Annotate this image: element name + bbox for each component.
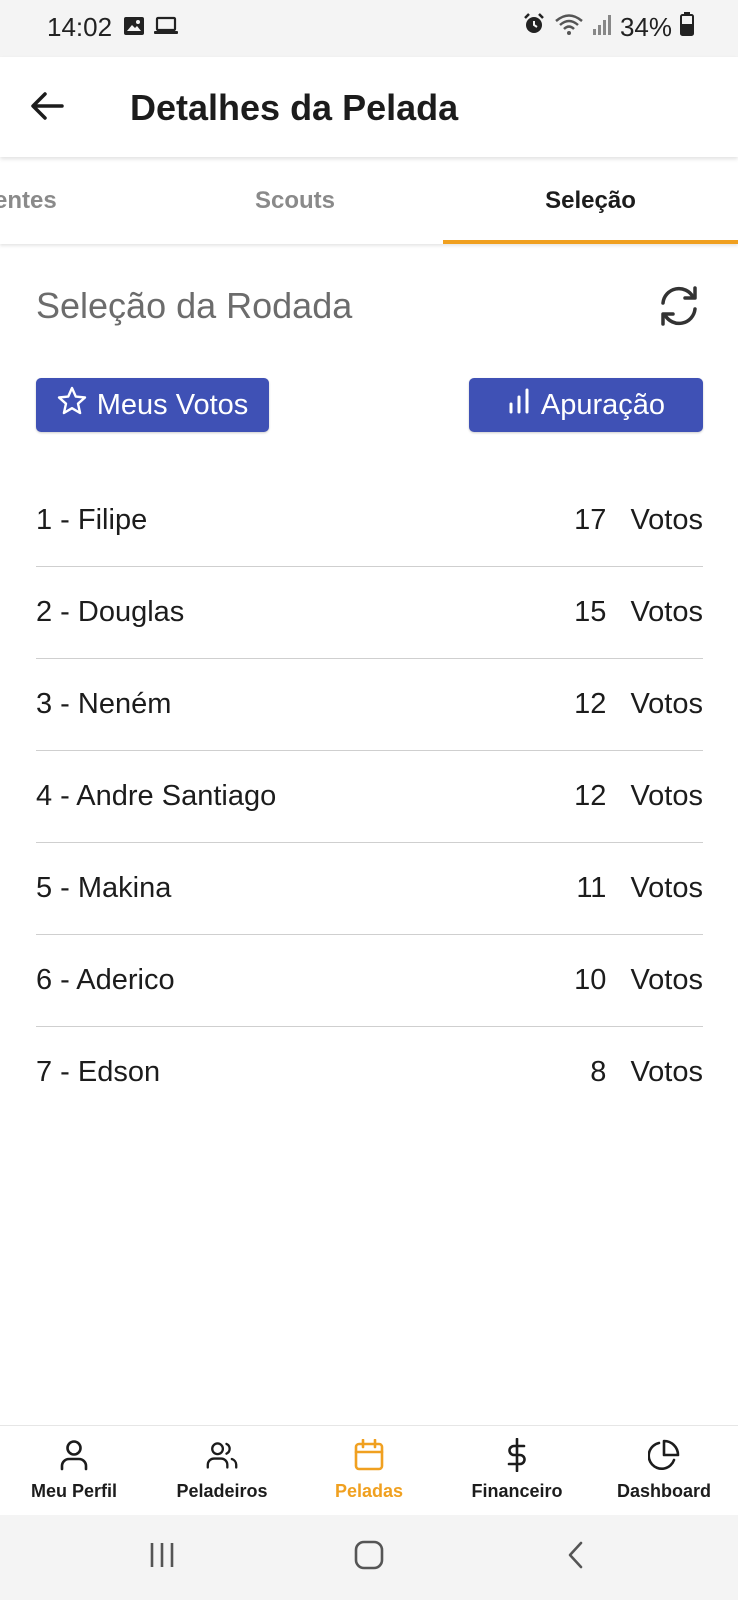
page-title: Detalhes da Pelada [130,87,459,128]
battery-level: 34% [619,12,672,42]
nav-label: Peladas [334,1481,404,1501]
recent-apps-button[interactable] [140,1535,184,1579]
vote-unit: Votos [630,964,703,996]
vote-tally: 12 Votos [566,688,703,721]
player-name: 5 - Makina [36,872,172,904]
calendar-icon [353,1439,385,1471]
system-back-button[interactable] [554,1535,598,1579]
player-name: 4 - Andre Santiago [36,780,277,812]
list-item: 2 - Douglas 15 Votos [36,567,703,659]
pie-chart-icon [648,1439,680,1471]
back-button[interactable] [22,83,72,133]
vote-tally: 11 Votos [566,872,703,905]
vote-tally: 8 Votos [566,1056,703,1089]
image-icon [123,16,145,41]
laptop-icon [153,16,179,41]
arrow-left-icon [30,91,64,126]
nav-label: Financeiro [471,1481,563,1501]
app-screen: 14:02 34% Detalhes da Pelada entes Scout… [0,0,738,1600]
status-time: 14:02 [47,12,113,42]
signal-icon [592,12,612,43]
player-name: 1 - Filipe [36,504,148,536]
ranking-list: 1 - Filipe 17 Votos 2 - Douglas 15 Votos… [36,475,703,1118]
vote-unit: Votos [630,688,703,720]
vote-tally: 10 Votos [566,964,703,997]
player-name: 7 - Edson [36,1056,161,1088]
nav-item-peladas[interactable]: Peladas [295,1426,443,1516]
status-bar: 14:02 34% [0,0,738,57]
users-icon [206,1439,238,1471]
player-name: 3 - Neném [36,688,172,720]
bar-chart-icon [507,388,531,422]
meus-votos-label: Meus Votos [96,388,249,421]
bottom-nav: Meu Perfil Peladeiros Peladas Financeiro… [0,1425,738,1516]
tab-previous[interactable]: entes [0,157,124,244]
section-title: Seleção da Rodada [36,285,353,326]
active-tab-indicator [443,240,738,244]
user-icon [58,1439,90,1471]
refresh-icon [655,284,703,333]
vote-tally: 12 Votos [566,780,703,813]
vote-tally: 17 Votos [566,504,703,537]
list-item: 6 - Aderico 10 Votos [36,935,703,1027]
vote-tally: 15 Votos [566,596,703,629]
vote-unit: Votos [630,596,703,628]
vote-count: 12 [574,780,607,812]
status-right-group: 34% [522,12,694,43]
star-icon [57,386,87,424]
vote-count: 15 [574,596,607,628]
tab-scouts[interactable]: Scouts [170,157,420,244]
meus-votos-button[interactable]: Meus Votos [36,378,269,432]
tab-bar: entes Scouts Seleção [0,157,738,244]
vote-unit: Votos [630,872,703,904]
player-name: 6 - Aderico [36,964,175,996]
vote-unit: Votos [630,1056,703,1088]
vote-count: 17 [574,504,607,536]
nav-label: Dashboard [616,1481,712,1501]
list-item: 5 - Makina 11 Votos [36,843,703,935]
app-header: Detalhes da Pelada [0,57,738,157]
nav-item-financeiro[interactable]: Financeiro [443,1426,591,1516]
battery-icon [680,12,694,43]
nav-label: Peladeiros [176,1481,268,1501]
vote-count: 8 [590,1056,607,1088]
vote-count: 12 [574,688,607,720]
home-icon [353,1539,385,1576]
nav-item-meu-perfil[interactable]: Meu Perfil [0,1426,148,1516]
player-name: 2 - Douglas [36,596,185,628]
apuracao-button[interactable]: Apuração [469,378,703,432]
list-item: 7 - Edson 8 Votos [36,1027,703,1118]
status-left-icons [123,16,179,41]
dollar-icon [501,1438,533,1472]
list-item: 3 - Neném 12 Votos [36,659,703,751]
tab-selecao[interactable]: Seleção [443,157,738,244]
wifi-icon [554,12,584,43]
nav-item-dashboard[interactable]: Dashboard [590,1426,738,1516]
apuracao-label: Apuração [540,388,666,421]
nav-item-peladeiros[interactable]: Peladeiros [148,1426,296,1516]
list-item: 1 - Filipe 17 Votos [36,475,703,567]
vote-count: 10 [574,964,607,996]
vote-count: 11 [576,872,607,904]
nav-label: Meu Perfil [30,1481,118,1501]
recent-apps-icon [147,1541,177,1574]
vote-unit: Votos [630,780,703,812]
chevron-left-icon [566,1540,586,1575]
vote-unit: Votos [630,504,703,536]
refresh-button[interactable] [653,282,705,334]
system-nav-bar [0,1515,738,1600]
alarm-icon [522,12,546,43]
home-button[interactable] [347,1535,391,1579]
list-item: 4 - Andre Santiago 12 Votos [36,751,703,843]
